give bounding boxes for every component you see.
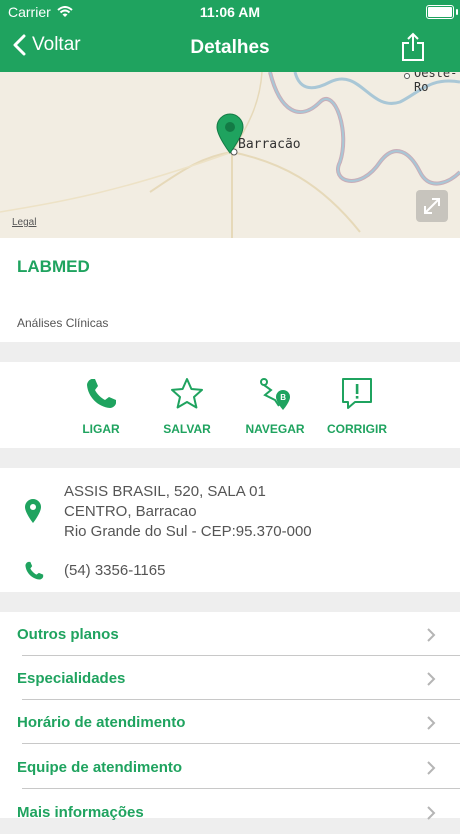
menu-item-label: Mais informações (17, 804, 144, 821)
map-legal-link[interactable]: Legal (12, 217, 36, 228)
call-label: LIGAR (82, 422, 120, 436)
address-line-1: ASSIS BRASIL, 520, SALA 01 (64, 483, 266, 500)
navigate-button[interactable]: B NAVEGAR (230, 376, 320, 436)
report-label: CORRIGIR (327, 422, 387, 436)
status-bar: Carrier 11:06 AM (0, 0, 460, 24)
phone-icon (25, 561, 44, 580)
address-text[interactable]: ASSIS BRASIL, 520, SALA 01 CENTRO, Barra… (64, 482, 312, 542)
address-line-2: CENTRO, Barracao (64, 503, 197, 520)
phone-icon (87, 379, 116, 408)
battery-icon (426, 5, 458, 19)
divider (22, 743, 460, 744)
address-line-3: Rio Grande do Sul - CEP:95.370-000 (64, 523, 312, 540)
menu-item-label: Equipe de atendimento (17, 759, 183, 776)
divider (22, 788, 460, 789)
svg-text:B: B (280, 393, 286, 402)
app-header: Carrier 11:06 AM Voltar Detalhes (0, 0, 460, 72)
navigate-label: NAVEGAR (245, 422, 305, 436)
provider-card: LABMED Análises Clínicas (0, 238, 460, 342)
nav-bar: Voltar Detalhes (0, 24, 460, 72)
chevron-right-icon (427, 628, 436, 642)
phone-number[interactable]: (54) 3356-1165 (64, 562, 165, 579)
menu-item-especialidades[interactable]: Especialidades (0, 656, 460, 700)
map-expand-button[interactable] (416, 190, 448, 222)
map-view[interactable]: Barracão Oeste-Ro Legal (0, 72, 460, 238)
provider-category: Análises Clínicas (17, 316, 109, 330)
save-button[interactable]: SALVAR (142, 376, 232, 436)
menu-item-mais-informacoes[interactable]: Mais informações (0, 790, 460, 834)
star-icon (171, 378, 203, 409)
address-card: ASSIS BRASIL, 520, SALA 01 CENTRO, Barra… (0, 468, 460, 592)
menu-item-equipe[interactable]: Equipe de atendimento (0, 745, 460, 789)
share-icon[interactable] (400, 32, 426, 62)
map-roads (0, 72, 460, 238)
menu-item-outros-planos[interactable]: Outros planos (0, 612, 460, 656)
route-icon: B (260, 378, 290, 410)
report-icon (342, 378, 372, 409)
save-label: SALVAR (163, 422, 211, 436)
map-city-label: Barracão (238, 137, 301, 152)
details-menu: Outros planos Especialidades Horário de … (0, 612, 460, 821)
menu-item-label: Horário de atendimento (17, 714, 186, 731)
chevron-right-icon (427, 672, 436, 686)
clock: 11:06 AM (199, 4, 261, 20)
menu-item-horario[interactable]: Horário de atendimento (0, 700, 460, 744)
call-button[interactable]: LIGAR (56, 376, 146, 436)
chevron-right-icon (427, 761, 436, 775)
chevron-right-icon (427, 716, 436, 730)
expand-icon (424, 198, 440, 214)
menu-item-label: Especialidades (17, 670, 126, 687)
chevron-right-icon (427, 806, 436, 820)
page-title: Detalhes (190, 37, 270, 58)
action-bar: LIGAR SALVAR B NAVEGAR CORRIGIR (0, 362, 460, 448)
location-pin-icon (25, 499, 41, 523)
report-button[interactable]: CORRIGIR (312, 376, 402, 436)
menu-item-label: Outros planos (17, 626, 119, 643)
provider-name: LABMED (17, 257, 90, 276)
map-city-label-2: Oeste-Ro (414, 72, 458, 94)
